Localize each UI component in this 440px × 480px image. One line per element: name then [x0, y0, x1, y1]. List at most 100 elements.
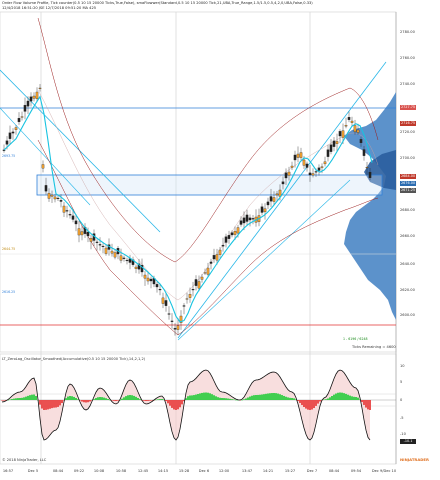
candle-body[interactable] [29, 96, 33, 102]
candle-body[interactable] [8, 132, 12, 139]
candle-body[interactable] [290, 165, 294, 168]
candle-body[interactable] [287, 171, 291, 176]
candle-body[interactable] [233, 231, 237, 235]
candle-body[interactable] [308, 172, 312, 176]
candle-body[interactable] [272, 197, 276, 202]
candle-body[interactable] [47, 192, 51, 199]
candle-body[interactable] [134, 266, 138, 269]
candle-body[interactable] [194, 279, 198, 286]
candle-body[interactable] [260, 206, 264, 213]
candle-body[interactable] [98, 244, 102, 246]
candle-body[interactable] [320, 166, 324, 168]
candle-body[interactable] [53, 196, 57, 200]
candle-body[interactable] [227, 235, 231, 239]
candle-body[interactable] [89, 238, 93, 242]
candle-body[interactable] [236, 227, 240, 234]
candle-body[interactable] [335, 141, 339, 144]
candle-body[interactable] [239, 220, 243, 225]
candle-body[interactable] [23, 104, 27, 112]
candle-body[interactable] [359, 139, 363, 144]
candle-body[interactable] [56, 197, 60, 200]
candle-body[interactable] [197, 281, 201, 289]
candle-body[interactable] [158, 289, 162, 291]
candle-body[interactable] [65, 210, 69, 212]
candle-body[interactable] [5, 140, 9, 145]
candle-body[interactable] [167, 313, 171, 315]
channel-lower[interactable] [177, 179, 351, 341]
candle-body[interactable] [365, 166, 369, 169]
candle-body[interactable] [356, 129, 360, 133]
candle-body[interactable] [242, 217, 246, 224]
candle-body[interactable] [32, 95, 36, 99]
candle-body[interactable] [281, 181, 285, 185]
candle-body[interactable] [362, 149, 366, 156]
candle-body[interactable] [38, 87, 42, 89]
candle-body[interactable] [11, 131, 15, 134]
candle-body[interactable] [206, 267, 210, 275]
candle-body[interactable] [20, 116, 24, 118]
candle-body[interactable] [275, 193, 279, 196]
candle-body[interactable] [332, 140, 336, 147]
candle-body[interactable] [77, 228, 81, 236]
candlestick-series[interactable] [2, 84, 372, 336]
chart-canvas[interactable] [0, 0, 440, 480]
candle-body[interactable] [203, 272, 207, 274]
candle-body[interactable] [326, 149, 330, 157]
candle-body[interactable] [263, 208, 267, 213]
candle-body[interactable] [95, 241, 99, 243]
candle-body[interactable] [221, 244, 225, 247]
candle-body[interactable] [176, 325, 180, 330]
candle-body[interactable] [344, 125, 348, 127]
candle-body[interactable] [173, 328, 177, 330]
candle-body[interactable] [125, 259, 129, 262]
candle-body[interactable] [269, 196, 273, 202]
candle-body[interactable] [80, 231, 84, 236]
candle-body[interactable] [209, 261, 213, 264]
candle-body[interactable] [245, 214, 249, 222]
candle-body[interactable] [113, 252, 117, 258]
candle-body[interactable] [41, 164, 45, 169]
candle-body[interactable] [26, 100, 30, 107]
channel-upper[interactable] [177, 61, 387, 339]
candle-body[interactable] [317, 167, 321, 171]
candle-body[interactable] [143, 274, 147, 279]
candle-body[interactable] [314, 171, 318, 173]
candle-body[interactable] [329, 144, 333, 152]
candle-body[interactable] [350, 120, 354, 123]
candle-body[interactable] [251, 218, 255, 220]
candle-body[interactable] [104, 247, 108, 254]
candle-body[interactable] [14, 127, 18, 130]
candle-body[interactable] [200, 276, 204, 280]
candle-body[interactable] [230, 232, 234, 236]
candle-body[interactable] [347, 116, 351, 120]
candle-body[interactable] [182, 305, 186, 307]
candle-body[interactable] [302, 159, 306, 166]
candle-body[interactable] [293, 154, 297, 161]
candle-body[interactable] [44, 185, 48, 192]
candle-body[interactable] [101, 245, 105, 248]
candle-body[interactable] [59, 200, 63, 202]
candle-body[interactable] [50, 194, 54, 197]
candle-body[interactable] [119, 255, 123, 261]
candle-body[interactable] [191, 289, 195, 291]
candle-body[interactable] [164, 300, 168, 306]
candle-body[interactable] [71, 215, 75, 220]
candle-body[interactable] [188, 294, 192, 298]
candle-body[interactable] [17, 118, 21, 123]
candle-body[interactable] [305, 163, 309, 168]
candle-body[interactable] [146, 277, 150, 282]
candle-body[interactable] [62, 205, 66, 213]
candle-body[interactable] [323, 161, 327, 165]
candle-body[interactable] [299, 152, 303, 158]
candle-body[interactable] [86, 231, 90, 237]
candle-body[interactable] [74, 220, 78, 225]
candle-body[interactable] [35, 91, 39, 99]
candle-body[interactable] [149, 278, 153, 282]
candle-body[interactable] [218, 249, 222, 255]
candle-body[interactable] [353, 125, 357, 132]
candle-body[interactable] [212, 255, 216, 260]
candle-body[interactable] [122, 257, 126, 259]
candle-body[interactable] [224, 236, 228, 243]
candle-body[interactable] [155, 284, 159, 288]
candle-body[interactable] [185, 298, 189, 300]
